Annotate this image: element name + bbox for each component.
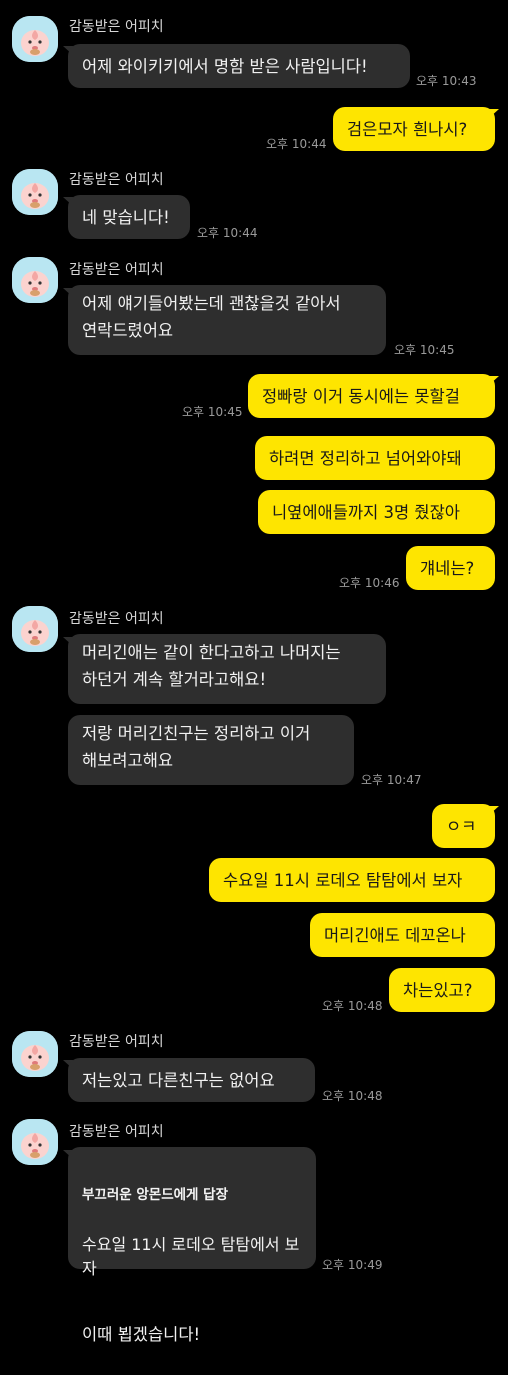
apeach-profile-icon — [12, 169, 58, 215]
message-bubble-outgoing[interactable]: 니옆에애들까지 3명 줬잖아 — [258, 490, 495, 534]
message-time: 오후 10:45 — [182, 405, 243, 419]
sender-name: 감동받은 어피치 — [69, 1124, 164, 1140]
apeach-profile-icon — [12, 1031, 58, 1077]
sender-name: 감동받은 어피치 — [69, 1034, 164, 1050]
sender-name: 감동받은 어피치 — [69, 611, 164, 627]
message-bubble-outgoing[interactable]: ㅇㅋ — [432, 804, 495, 848]
message-time: 오후 10:48 — [322, 999, 383, 1013]
bubble-tail — [489, 806, 499, 815]
apeach-profile-icon — [12, 257, 58, 303]
message-time: 오후 10:44 — [197, 226, 258, 240]
message-bubble-outgoing[interactable]: 수요일 11시 로데오 탐탐에서 보자 — [209, 858, 495, 902]
sender-name: 감동받은 어피치 — [69, 19, 164, 35]
sender-avatar[interactable] — [12, 16, 58, 62]
reply-header: 부끄러운 앙몬드에게 답장 — [82, 1187, 229, 1203]
apeach-profile-icon — [12, 1119, 58, 1165]
reply-quoted-text: 수요일 11시 로데오 탐탐에서 보자 — [82, 1235, 300, 1278]
message-time: 오후 10:45 — [394, 343, 455, 357]
sender-avatar[interactable] — [12, 169, 58, 215]
message-bubble-incoming[interactable]: 네 맞습니다! — [68, 195, 190, 239]
reply-body-text: 이때 뵙겠습니다! — [82, 1325, 201, 1344]
sender-avatar[interactable] — [12, 257, 58, 303]
message-bubble-outgoing[interactable]: 하려면 정리하고 넘어와야돼 — [255, 436, 495, 480]
message-bubble-outgoing[interactable]: 검은모자 흰나시? — [333, 107, 495, 151]
reply-message-bubble[interactable]: 부끄러운 앙몬드에게 답장 수요일 11시 로데오 탐탐에서 보자 이때 뵙겠습… — [68, 1147, 316, 1344]
apeach-profile-icon — [12, 16, 58, 62]
message-time: 오후 10:47 — [361, 773, 422, 787]
bubble-tail — [489, 109, 499, 118]
message-time: 오후 10:44 — [266, 137, 327, 151]
message-bubble-outgoing[interactable]: 정빠랑 이거 동시에는 못할걸 — [248, 374, 495, 418]
message-bubble-incoming[interactable]: 어제 와이키키에서 명함 받은 사람입니다! — [68, 44, 410, 88]
sender-name: 감동받은 어피치 — [69, 262, 164, 278]
message-bubble-outgoing[interactable]: 차는있고? — [389, 968, 495, 1012]
sender-avatar[interactable] — [12, 1031, 58, 1077]
message-bubble-incoming[interactable]: 저는있고 다른친구는 없어요 — [68, 1058, 315, 1102]
message-time: 오후 10:48 — [322, 1089, 383, 1103]
message-time: 오후 10:46 — [339, 576, 400, 590]
sender-avatar[interactable] — [12, 606, 58, 652]
message-bubble-outgoing[interactable]: 걔네는? — [406, 546, 495, 590]
message-bubble-incoming[interactable]: 어제 얘기들어봤는데 괜찮을것 같아서 연락드렸어요 — [68, 285, 386, 355]
message-bubble-incoming[interactable]: 머리긴애는 같이 한다고하고 나머지는 하던거 계속 할거라고해요! — [68, 634, 386, 704]
message-time: 오후 10:49 — [322, 1258, 383, 1272]
message-bubble-incoming[interactable]: 저랑 머리긴친구는 정리하고 이거 해보려고해요 — [68, 715, 354, 785]
apeach-profile-icon — [12, 606, 58, 652]
sender-avatar[interactable] — [12, 1119, 58, 1165]
message-bubble-outgoing[interactable]: 머리긴애도 데꼬온나 — [310, 913, 495, 957]
message-time: 오후 10:43 — [416, 74, 477, 88]
bubble-tail — [489, 376, 499, 385]
sender-name: 감동받은 어피치 — [69, 172, 164, 188]
